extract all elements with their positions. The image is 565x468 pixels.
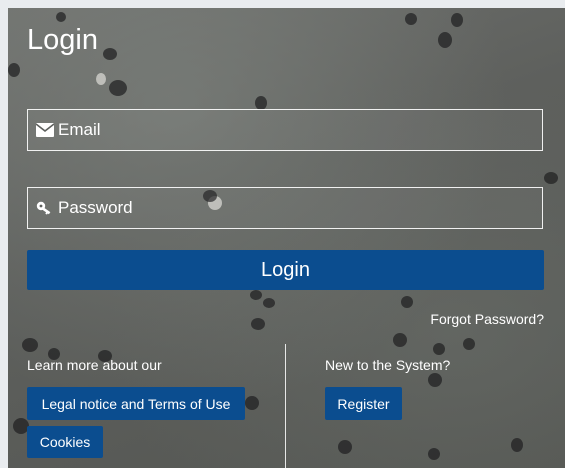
login-button[interactable]: Login — [27, 250, 544, 290]
legal-notice-button[interactable]: Legal notice and Terms of Use — [27, 387, 245, 420]
login-panel: Login Email Password Login Forgot Passwo… — [8, 8, 565, 468]
new-to-system-label: New to the System? — [325, 357, 451, 373]
forgot-password-link[interactable]: Forgot Password? — [430, 311, 544, 327]
cookies-button[interactable]: Cookies — [27, 426, 103, 458]
page-title: Login — [27, 24, 98, 56]
register-button[interactable]: Register — [325, 387, 402, 420]
email-placeholder: Email — [58, 120, 101, 139]
vertical-divider — [285, 344, 286, 468]
password-placeholder: Password — [58, 198, 133, 217]
key-icon — [36, 199, 54, 217]
learn-more-label: Learn more about our — [27, 357, 162, 373]
email-field[interactable]: Email — [27, 109, 543, 151]
envelope-icon — [36, 121, 54, 139]
password-field[interactable]: Password — [27, 187, 543, 229]
